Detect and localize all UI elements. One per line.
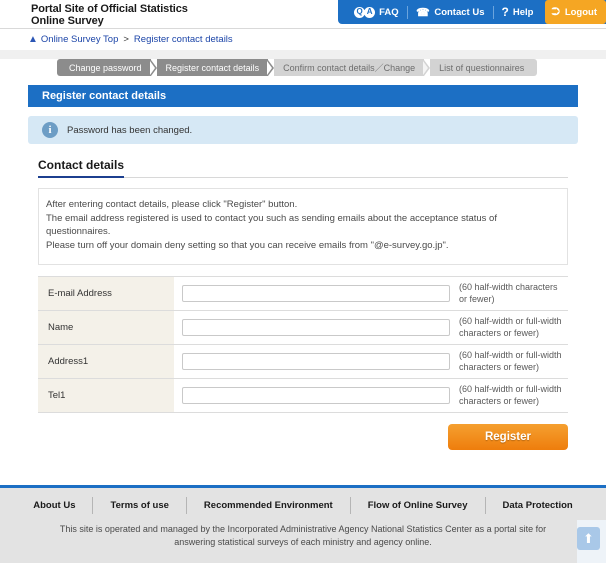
breadcrumb-separator: > [123,34,129,45]
step-label: List of questionnaires [439,62,525,73]
page-root: Portal Site of Official Statistics Onlin… [0,0,606,563]
home-icon: ▲ [28,34,38,45]
footer-link-terms-of-use[interactable]: Terms of use [93,500,185,511]
register-button[interactable]: Register [448,424,568,450]
form-input-cell [174,277,456,310]
form-input-cell [174,379,456,412]
exit-icon: ⮊ [551,5,560,18]
phone-icon: ☎ [415,6,430,19]
instructions-box: After entering contact details, please c… [38,188,568,265]
logout-button[interactable]: ⮊ Logout [545,0,606,24]
nav-help-label: Help [512,6,534,18]
form-row-email: E-mail Address (60 half-width characters… [38,277,568,311]
step-label: Change password [69,62,142,73]
logout-label: Logout [564,6,597,18]
form-row-address1: Address1 (60 half-width or full-width ch… [38,345,568,379]
form-label-tel1: Tel1 [38,379,174,412]
breadcrumb: ▲ Online Survey Top > Register contact d… [0,29,606,50]
form-input-cell [174,311,456,344]
address1-input[interactable] [182,353,450,370]
back-to-top-button[interactable]: ⬆ [577,527,600,550]
faq-icon-a: A [364,6,376,18]
form-note-tel1: (60 half-width or full-width characters … [459,384,562,406]
instruction-line: After entering contact details, please c… [46,199,298,210]
breadcrumb-home-link[interactable]: Online Survey Top [41,34,118,45]
section-heading: Contact details [38,158,125,178]
submit-row: Register [38,424,568,450]
form-label-name: Name [38,311,174,344]
form-note-name: (60 half-width or full-width characters … [459,316,562,338]
step-change-password[interactable]: Change password [57,59,151,76]
section-heading-wrap: Contact details [38,156,578,178]
step-confirm-contact-details[interactable]: Confirm contact details／Change [274,59,425,76]
step-list-of-questionnaires[interactable]: List of questionnaires [430,59,538,76]
arrow-up-icon: ⬆ [583,530,594,546]
instruction-line: Please turn off your domain deny setting… [46,240,449,251]
instruction-line: The email address registered is used to … [46,213,497,237]
form-input-cell [174,345,456,378]
form-note-email: (60 half-width characters or fewer) [459,282,558,304]
site-footer: About Us Terms of use Recommended Enviro… [0,485,606,563]
email-input[interactable] [182,285,450,302]
site-title-line2: Online Survey [31,15,104,27]
form-label-address1: Address1 [38,345,174,378]
faq-icon: Q A [354,6,376,18]
name-input[interactable] [182,319,450,336]
breadcrumb-current: Register contact details [133,34,233,45]
header-nav: Q A FAQ ☎ Contact Us ? Help ⮊ Logout [338,0,606,24]
footer-link-data-protection[interactable]: Data Protection [486,500,590,511]
footer-link-about-us[interactable]: About Us [16,500,92,511]
page-title: Register contact details [28,85,578,107]
page-title-text: Register contact details [42,90,167,102]
main-content: Change password Register contact details… [0,59,606,486]
step-chevron-icon [267,59,275,76]
info-message: i Password has been changed. [28,116,578,144]
step-chevron-icon [423,59,431,76]
form-row-name: Name (60 half-width or full-width charac… [38,311,568,345]
step-label: Confirm contact details／Change [283,63,416,73]
contact-details-form: E-mail Address (60 half-width characters… [38,276,568,413]
tel1-input[interactable] [182,387,450,404]
question-mark-icon: ? [501,5,509,19]
nav-help[interactable]: ? Help [494,0,542,24]
footer-link-recommended-environment[interactable]: Recommended Environment [187,500,350,511]
nav-contact-us-label: Contact Us [434,6,485,18]
site-title-line1: Portal Site of Official Statistics [31,3,188,15]
site-header: Portal Site of Official Statistics Onlin… [0,0,606,29]
nav-faq[interactable]: Q A FAQ [346,0,407,24]
nav-contact-us[interactable]: ☎ Contact Us [408,0,493,24]
step-label: Register contact details [165,62,260,73]
site-title: Portal Site of Official Statistics Onlin… [31,3,188,27]
info-icon: i [42,122,58,138]
step-chevron-icon [149,59,157,76]
nav-faq-label: FAQ [379,6,399,18]
form-label-email: E-mail Address [38,277,174,310]
form-row-tel1: Tel1 (60 half-width or full-width charac… [38,379,568,412]
footer-links: About Us Terms of use Recommended Enviro… [0,488,606,520]
footer-note: This site is operated and managed by the… [59,524,547,547]
form-note-address1: (60 half-width or full-width characters … [459,350,562,372]
step-indicator: Change password Register contact details… [57,59,606,76]
info-message-text: Password has been changed. [67,124,193,136]
footer-link-flow-of-online-survey[interactable]: Flow of Online Survey [351,500,485,511]
step-register-contact-details[interactable]: Register contact details [156,59,269,76]
